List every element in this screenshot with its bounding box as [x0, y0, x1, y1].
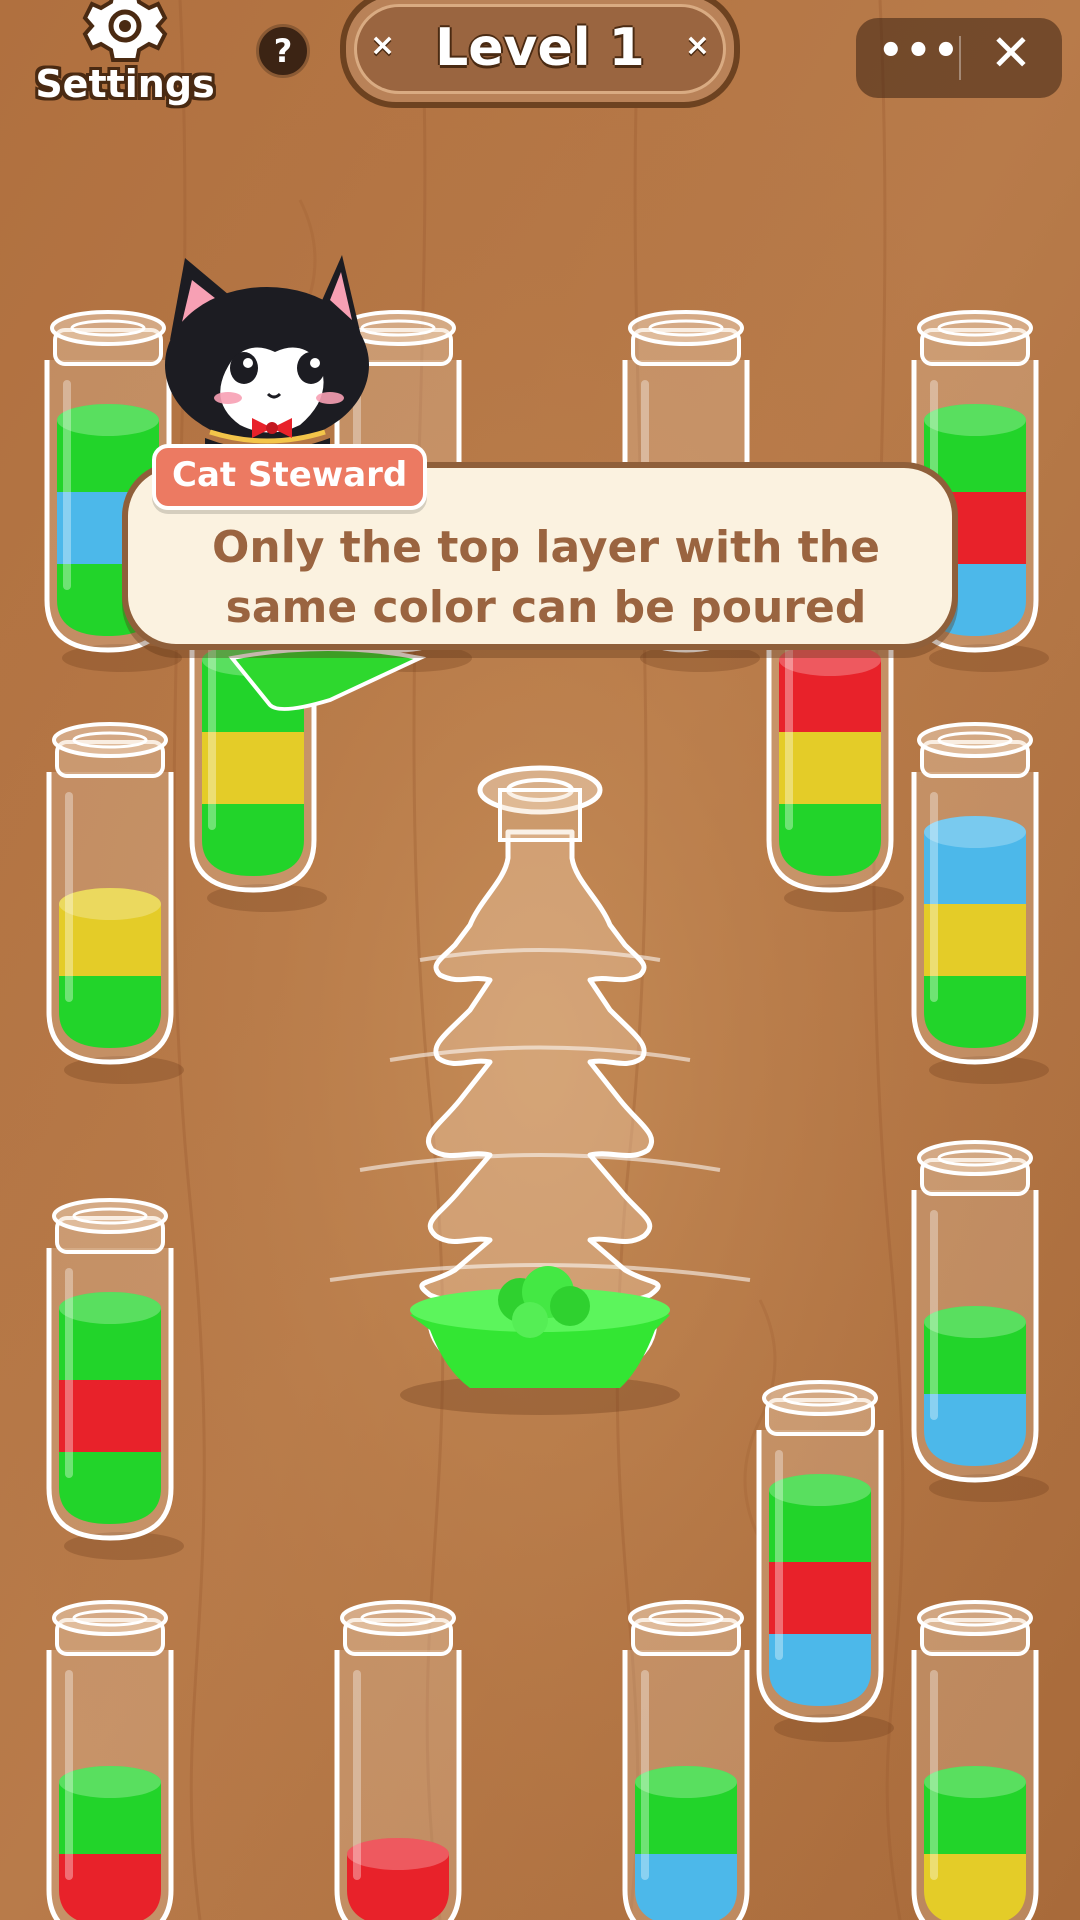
tutorial-message-line-2: same color can be poured [225, 582, 867, 633]
liquid-surface-shine [59, 1766, 161, 1798]
tube-rim [628, 310, 744, 346]
liquid-surface-shine [924, 1306, 1026, 1338]
liquid-layer-red [769, 1562, 871, 1634]
liquid-surface-shine [59, 1292, 161, 1324]
tube-shine [353, 1670, 361, 1880]
tube-rim [917, 722, 1033, 758]
tube-shine [65, 1268, 73, 1478]
settings-label: Settings [35, 62, 215, 106]
tube-rim [52, 722, 168, 758]
tube-rim [52, 1198, 168, 1234]
tube-rim [340, 1600, 456, 1636]
liquid-surface-shine [347, 1838, 449, 1870]
test-tube[interactable] [46, 1198, 184, 1560]
liquid-surface-shine [57, 404, 159, 436]
liquid-surface-shine [635, 1766, 737, 1798]
liquid-surface-shine [924, 816, 1026, 848]
liquid-layer-yellow [924, 904, 1026, 976]
tube-rim [762, 1380, 878, 1416]
liquid-surface-shine [59, 888, 161, 920]
tube-shine [785, 620, 793, 830]
test-tube[interactable] [756, 1380, 894, 1742]
gear-icon [82, 0, 168, 62]
tube-shine [208, 620, 216, 830]
tube-rim [628, 1600, 744, 1636]
tube-rim [917, 1140, 1033, 1176]
liquid-layer-blue [924, 1394, 1026, 1466]
liquid-layer-green [59, 976, 161, 1048]
level-title: Level 1 [435, 18, 645, 78]
tube-shine [63, 380, 71, 590]
liquid-layer-yellow [924, 1854, 1026, 1920]
test-tube[interactable] [46, 722, 184, 1084]
level-banner: × Level 1 × [340, 0, 740, 110]
tutorial-message: Only the top layer with the same color c… [168, 518, 924, 638]
help-button[interactable]: ? [256, 24, 310, 78]
tube-shine [65, 792, 73, 1002]
tutorial-message-line-1: Only the top layer with the [212, 522, 880, 573]
level-right-cross-icon: × [684, 28, 710, 63]
liquid-layer-green [202, 804, 304, 876]
liquid-layer-yellow [202, 732, 304, 804]
capsule-divider [959, 36, 961, 80]
tube-rim [917, 310, 1033, 346]
test-tube[interactable] [911, 722, 1049, 1084]
liquid-layer-blue [635, 1854, 737, 1920]
question-icon: ? [273, 32, 293, 70]
tube-shine [641, 1670, 649, 1880]
liquid-layer-red [59, 1854, 161, 1920]
tube-rim [50, 310, 166, 346]
mini-program-capsule: ••• ✕ [856, 18, 1062, 98]
liquid-surface-shine [769, 1474, 871, 1506]
liquid-layer-green [59, 1452, 161, 1524]
test-tube[interactable] [911, 1140, 1049, 1502]
more-options-button[interactable]: ••• [878, 28, 959, 74]
liquid-surface-shine [924, 404, 1026, 436]
tube-rim [52, 1600, 168, 1636]
level-left-cross-icon: × [370, 28, 396, 63]
liquid-layer-red [59, 1380, 161, 1452]
liquid-layer-green [924, 976, 1026, 1048]
liquid-layer-green [779, 804, 881, 876]
liquid-layer-blue [769, 1634, 871, 1706]
tube-shine [930, 792, 938, 1002]
tube-shine [930, 1210, 938, 1420]
game-scene [0, 0, 1080, 1920]
tube-shine [775, 1450, 783, 1660]
tube-rim [917, 1600, 1033, 1636]
settings-button[interactable]: Settings [30, 0, 220, 110]
liquid-surface-shine [924, 1766, 1026, 1798]
liquid-layer-yellow [779, 732, 881, 804]
tube-shine [930, 1670, 938, 1880]
close-button[interactable]: ✕ [976, 24, 1046, 82]
tube-shine [65, 1670, 73, 1880]
speaker-name-tag: Cat Steward [152, 444, 428, 510]
